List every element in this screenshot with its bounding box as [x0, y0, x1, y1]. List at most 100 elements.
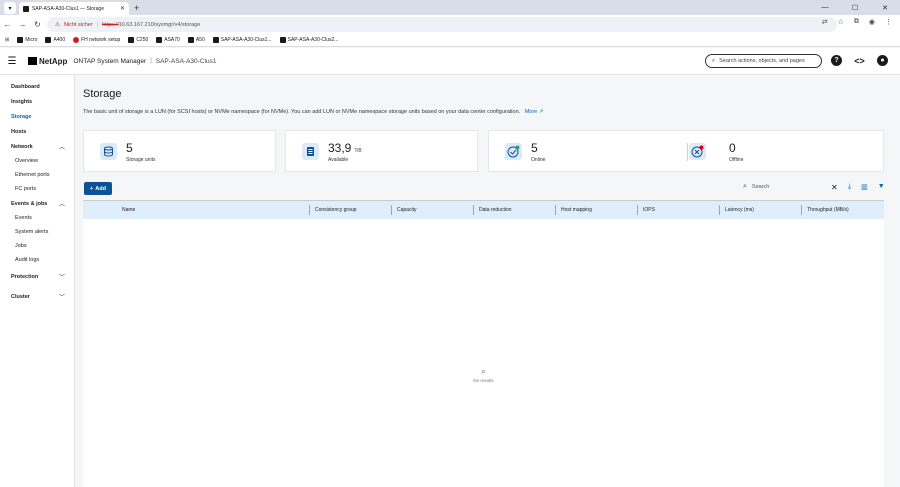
bookmark-item[interactable]: SAP-ASA-A30-Clus1...	[212, 37, 272, 43]
tab-title: SAP-ASA-A30-Clus1 — Storage	[32, 5, 104, 12]
sidebar-item-network[interactable]: Network ︿	[0, 139, 74, 154]
column-header-capacity[interactable]: Capacity	[391, 205, 416, 215]
global-search-input[interactable]: ⌕ Search actions, objects, and pages	[705, 54, 822, 68]
chevron-up-icon: ︿	[58, 145, 65, 151]
insecure-label[interactable]: Nicht sicher	[64, 22, 93, 28]
star-icon[interactable]: ☆	[838, 18, 844, 26]
search-icon: ⌕	[480, 366, 487, 376]
sidebar-item-protection[interactable]: Protection ﹀	[0, 269, 74, 284]
sidebar-subitem-ethernet-ports[interactable]: Ethernet ports	[0, 168, 74, 182]
sidebar-item-dashboard[interactable]: Dashboard	[0, 79, 74, 94]
sidebar-item-hosts[interactable]: Hosts	[0, 124, 74, 139]
card-divider	[687, 143, 688, 161]
page-description: The basic unit of storage is a LUN (for …	[83, 109, 544, 115]
column-header-name[interactable]: Name	[117, 201, 135, 219]
offline-status-icon	[689, 143, 706, 160]
sidebar-subitem-events[interactable]: Events	[0, 211, 74, 225]
download-icon[interactable]: ⤓	[848, 183, 851, 191]
netapp-logo-icon	[28, 57, 37, 65]
sidebar-subitem-fc-ports[interactable]: FC ports	[0, 182, 74, 196]
redhat-icon	[73, 37, 80, 43]
filter-icon[interactable]: ▼	[878, 183, 885, 191]
online-value: 5	[531, 141, 538, 155]
forward-icon[interactable]: →	[15, 20, 30, 29]
bookmark-item[interactable]: SAP-ASA-A30-Clus2...	[279, 37, 338, 43]
bookmark-item[interactable]: A50	[187, 37, 205, 43]
bookmark-icon	[17, 37, 24, 43]
user-icon[interactable]: ●	[877, 55, 888, 66]
url-rest: 10.63.167.210/sysmgr/v4/storage	[118, 21, 201, 28]
sidebar-subitem-audit-logs[interactable]: Audit logs	[0, 253, 74, 267]
more-link[interactable]: More ↗	[525, 109, 544, 115]
new-tab-icon[interactable]: +	[134, 3, 139, 13]
sidebar-item-insights[interactable]: Insights	[0, 94, 74, 109]
app-header: ☰ NetApp ONTAP System Manager | SAP-ASA-…	[0, 48, 900, 75]
cluster-name: SAP-ASA-A30-Clus1	[155, 57, 217, 65]
bookmark-icon	[187, 37, 194, 43]
column-header-consistency-group[interactable]: Consistency group	[309, 205, 356, 215]
url-field[interactable]: ⚠ Nicht sicher | https://10.63.167.210/s…	[47, 17, 837, 32]
search-icon: ⌕	[712, 57, 716, 64]
browser-tab-active[interactable]: SAP-ASA-A30-Clus1 — Storage ✕	[19, 2, 129, 15]
sidebar-subitem-overview[interactable]: Overview	[0, 154, 74, 168]
storage-table: Name Consistency group Capacity Data red…	[83, 200, 884, 487]
sidebar-subitem-system-alerts[interactable]: System alerts	[0, 225, 74, 239]
browser-menu-icon[interactable]: ⋮	[885, 18, 892, 26]
bookmark-icon	[156, 37, 163, 43]
columns-icon[interactable]: ▥	[861, 183, 868, 191]
menu-icon[interactable]: ☰	[0, 56, 24, 67]
column-header-throughput[interactable]: Throughput (MB/s)	[801, 205, 849, 215]
sidebar-item-cluster[interactable]: Cluster ﹀	[0, 289, 74, 304]
table-toolbar: + Add ⌕ Search ✕ ⤓ ▥ ▼	[83, 182, 885, 196]
bookmark-item[interactable]: ASA70	[156, 37, 180, 43]
profile-icon[interactable]: ◉	[869, 18, 875, 26]
bookmark-icon	[128, 37, 135, 43]
storage-capacity-icon	[302, 142, 319, 160]
table-search-input[interactable]: ⌕ Search	[743, 183, 769, 191]
close-tab-icon[interactable]: ✕	[120, 5, 125, 12]
minimize-icon[interactable]: —	[810, 0, 840, 15]
extensions-icon[interactable]: ⧉	[854, 18, 859, 26]
global-search-placeholder: Search actions, objects, and pages	[719, 58, 805, 64]
available-label: Available	[328, 157, 349, 163]
bookmark-icon	[279, 37, 286, 43]
warning-icon: ⚠	[55, 21, 60, 28]
maximize-icon[interactable]: ☐	[840, 0, 870, 15]
available-unit: TiB	[354, 148, 362, 154]
bookmark-item[interactable]: A400	[45, 37, 65, 43]
address-bar-row: ← → ↻ ⚠ Nicht sicher | https://10.63.167…	[0, 15, 900, 34]
plus-icon: +	[90, 185, 94, 192]
code-icon[interactable]: <>	[854, 55, 865, 66]
summary-cards: 5 Storage units 33,9 TiB Available 5 Onl…	[83, 130, 884, 172]
add-button[interactable]: + Add	[84, 182, 112, 195]
column-header-latency[interactable]: Latency (ms)	[719, 205, 754, 215]
sidebar-item-storage[interactable]: Storage	[0, 109, 74, 124]
back-icon[interactable]: ←	[0, 20, 15, 29]
column-header-iops[interactable]: IOPS	[637, 205, 655, 215]
chevron-down-icon: ﹀	[58, 275, 65, 281]
translate-icon[interactable]: ⇄	[822, 18, 828, 26]
title-separator: |	[150, 58, 152, 64]
bookmark-item[interactable]: C250	[128, 37, 148, 43]
tab-list-icon[interactable]: ▾	[4, 2, 16, 14]
close-window-icon[interactable]: ✕	[870, 0, 900, 15]
status-card: 5 Online 0 Offline	[488, 130, 884, 172]
sidebar-subitem-jobs[interactable]: Jobs	[0, 239, 74, 253]
column-header-host-mapping[interactable]: Host mapping	[555, 205, 592, 215]
help-icon[interactable]: ?	[831, 55, 842, 66]
netapp-favicon-icon	[23, 5, 29, 12]
column-header-data-reduction[interactable]: Data reduction	[473, 205, 512, 215]
address-bar-actions: ⇄ ☆ ⧉ ◉ ⋮	[822, 18, 892, 26]
app-title: ONTAP System Manager	[73, 57, 147, 65]
sidebar-item-events-jobs[interactable]: Events & jobs ︿	[0, 196, 74, 211]
clear-search-icon[interactable]: ✕	[831, 183, 838, 192]
table-actions: ⤓ ▥ ▼	[848, 183, 885, 191]
external-link-icon: ↗	[538, 109, 544, 115]
bookmark-item[interactable]: FH network setup	[73, 37, 120, 43]
offline-value: 0	[729, 141, 736, 155]
apps-grid-icon[interactable]: ⊞	[5, 37, 9, 43]
bookmark-item[interactable]: Micro	[17, 37, 37, 43]
reload-icon[interactable]: ↻	[30, 20, 45, 29]
offline-label: Offline	[729, 157, 744, 163]
brand-name: NetApp	[39, 56, 68, 66]
